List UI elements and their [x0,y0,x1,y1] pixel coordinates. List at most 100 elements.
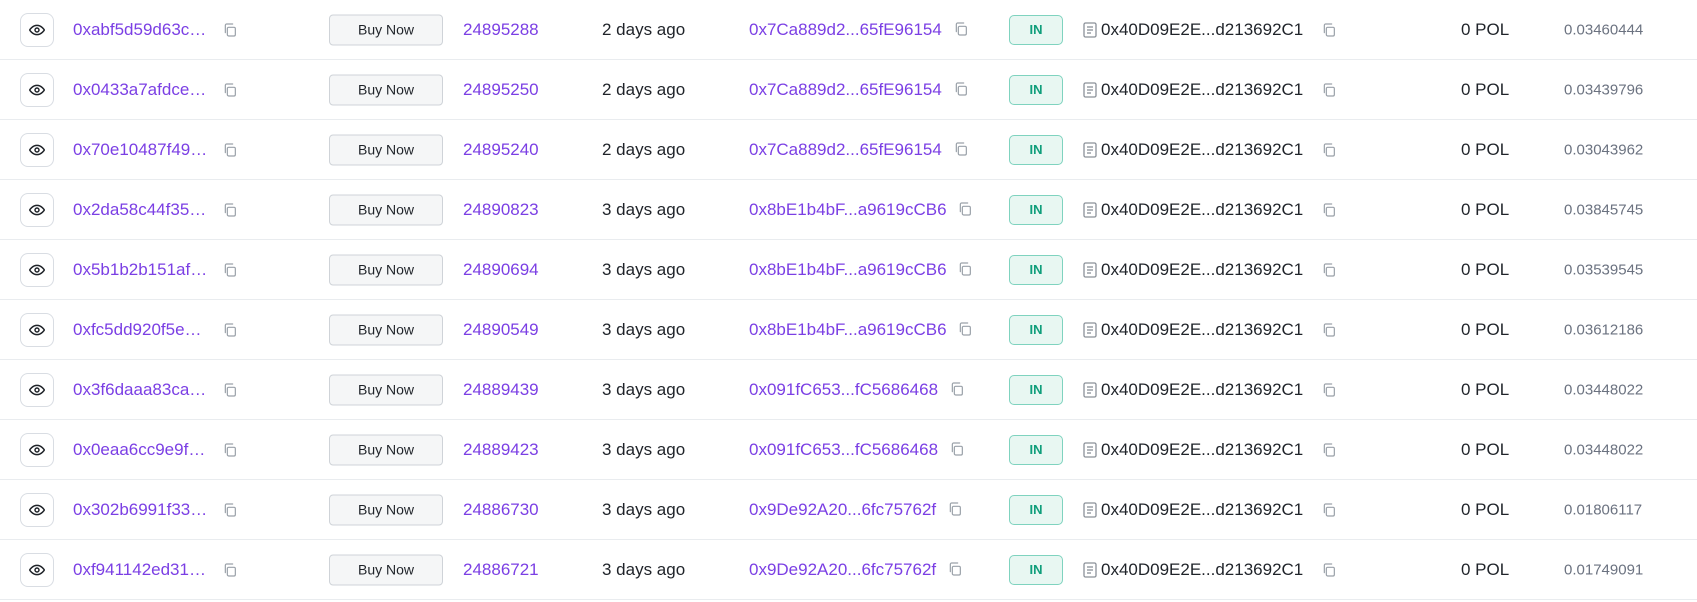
txn-value: 0 POL [1461,500,1509,520]
txn-hash-link[interactable]: 0x5b1b2b151af… [73,260,213,280]
from-address-link[interactable]: 0x7Ca889d2...65fE96154 [749,20,942,39]
block-number-link[interactable]: 24890549 [463,320,539,340]
txn-hash-link[interactable]: 0x70e10487f49… [73,140,213,160]
buy-now-button[interactable]: Buy Now [329,134,443,165]
block-number-link[interactable]: 24889439 [463,380,539,400]
copy-icon[interactable] [947,561,963,577]
contract-document-icon [1083,502,1097,518]
block-number-link[interactable]: 24886721 [463,560,539,580]
to-address-link[interactable]: 0x40D09E2E...d213692C1 [1101,200,1303,220]
copy-icon[interactable] [957,261,973,277]
copy-icon[interactable] [949,441,965,457]
to-address-link[interactable]: 0x40D09E2E...d213692C1 [1101,500,1303,520]
copy-icon[interactable] [222,562,238,578]
txn-value: 0 POL [1461,560,1509,580]
block-number-link[interactable]: 24895250 [463,80,539,100]
copy-icon[interactable] [1321,502,1337,518]
direction-badge: IN [1009,135,1063,165]
buy-now-button[interactable]: Buy Now [329,494,443,525]
view-details-button[interactable] [20,553,54,587]
copy-icon[interactable] [953,81,969,97]
txn-hash-link[interactable]: 0x0433a7afdce… [73,80,213,100]
buy-now-button[interactable]: Buy Now [329,254,443,285]
copy-icon[interactable] [1321,142,1337,158]
from-address-link[interactable]: 0x091fC653...fC5686468 [749,440,938,459]
txn-hash-link[interactable]: 0xfc5dd920f5e… [73,320,213,340]
copy-icon[interactable] [947,501,963,517]
from-address: 0x8bE1b4bF...a9619cCB6 [749,260,973,280]
block-number-link[interactable]: 24890823 [463,200,539,220]
to-address-link[interactable]: 0x40D09E2E...d213692C1 [1101,320,1303,340]
from-address-link[interactable]: 0x9De92A20...6fc75762f [749,560,936,579]
txn-hash-link[interactable]: 0x3f6daaa83ca… [73,380,213,400]
from-address-link[interactable]: 0x7Ca889d2...65fE96154 [749,80,942,99]
buy-now-button[interactable]: Buy Now [329,194,443,225]
copy-icon[interactable] [222,322,238,338]
buy-now-button[interactable]: Buy Now [329,14,443,45]
view-details-button[interactable] [20,133,54,167]
block-number-link[interactable]: 24895240 [463,140,539,160]
view-details-button[interactable] [20,373,54,407]
view-details-button[interactable] [20,433,54,467]
copy-icon[interactable] [222,202,238,218]
from-address: 0x8bE1b4bF...a9619cCB6 [749,320,973,340]
copy-icon[interactable] [222,22,238,38]
view-details-button[interactable] [20,253,54,287]
copy-icon[interactable] [957,201,973,217]
buy-now-button[interactable]: Buy Now [329,554,443,585]
view-details-button[interactable] [20,13,54,47]
to-address-link[interactable]: 0x40D09E2E...d213692C1 [1101,80,1303,100]
from-address-link[interactable]: 0x8bE1b4bF...a9619cCB6 [749,320,947,339]
from-address-link[interactable]: 0x9De92A20...6fc75762f [749,500,936,519]
copy-icon[interactable] [1321,382,1337,398]
to-address-link[interactable]: 0x40D09E2E...d213692C1 [1101,440,1303,460]
copy-icon[interactable] [1321,262,1337,278]
txn-hash-link[interactable]: 0xf941142ed31… [73,560,213,580]
copy-icon[interactable] [1321,202,1337,218]
buy-now-button[interactable]: Buy Now [329,314,443,345]
to-address-link[interactable]: 0x40D09E2E...d213692C1 [1101,260,1303,280]
txn-hash-link[interactable]: 0x0eaa6cc9e9f… [73,440,213,460]
copy-icon[interactable] [1321,22,1337,38]
copy-icon[interactable] [1321,322,1337,338]
view-details-button[interactable] [20,493,54,527]
buy-now-button[interactable]: Buy Now [329,74,443,105]
view-details-button[interactable] [20,73,54,107]
view-details-button[interactable] [20,313,54,347]
copy-icon[interactable] [1321,562,1337,578]
to-address-link[interactable]: 0x40D09E2E...d213692C1 [1101,20,1303,40]
copy-icon[interactable] [953,21,969,37]
direction-badge: IN [1009,495,1063,525]
block-number-link[interactable]: 24890694 [463,260,539,280]
txn-hash-link[interactable]: 0x302b6991f33… [73,500,213,520]
copy-icon[interactable] [222,82,238,98]
block-number-link[interactable]: 24895288 [463,20,539,40]
copy-icon[interactable] [222,442,238,458]
txn-hash-link[interactable]: 0x2da58c44f35… [73,200,213,220]
block-number-link[interactable]: 24886730 [463,500,539,520]
view-details-button[interactable] [20,193,54,227]
copy-icon[interactable] [222,142,238,158]
block-number-link[interactable]: 24889423 [463,440,539,460]
from-address-link[interactable]: 0x8bE1b4bF...a9619cCB6 [749,260,947,279]
direction-badge: IN [1009,435,1063,465]
from-address: 0x091fC653...fC5686468 [749,380,965,400]
to-address-link[interactable]: 0x40D09E2E...d213692C1 [1101,140,1303,160]
from-address-link[interactable]: 0x8bE1b4bF...a9619cCB6 [749,200,947,219]
copy-icon[interactable] [1321,82,1337,98]
txn-hash-link[interactable]: 0xabf5d59d63c… [73,20,213,40]
to-address-link[interactable]: 0x40D09E2E...d213692C1 [1101,380,1303,400]
from-address-link[interactable]: 0x091fC653...fC5686468 [749,380,938,399]
copy-icon[interactable] [222,502,238,518]
copy-icon[interactable] [222,262,238,278]
copy-icon[interactable] [1321,442,1337,458]
copy-icon[interactable] [953,141,969,157]
to-address-link[interactable]: 0x40D09E2E...d213692C1 [1101,560,1303,580]
copy-icon[interactable] [222,382,238,398]
eye-icon [29,442,45,458]
copy-icon[interactable] [957,321,973,337]
copy-icon[interactable] [949,381,965,397]
from-address-link[interactable]: 0x7Ca889d2...65fE96154 [749,140,942,159]
buy-now-button[interactable]: Buy Now [329,374,443,405]
buy-now-button[interactable]: Buy Now [329,434,443,465]
